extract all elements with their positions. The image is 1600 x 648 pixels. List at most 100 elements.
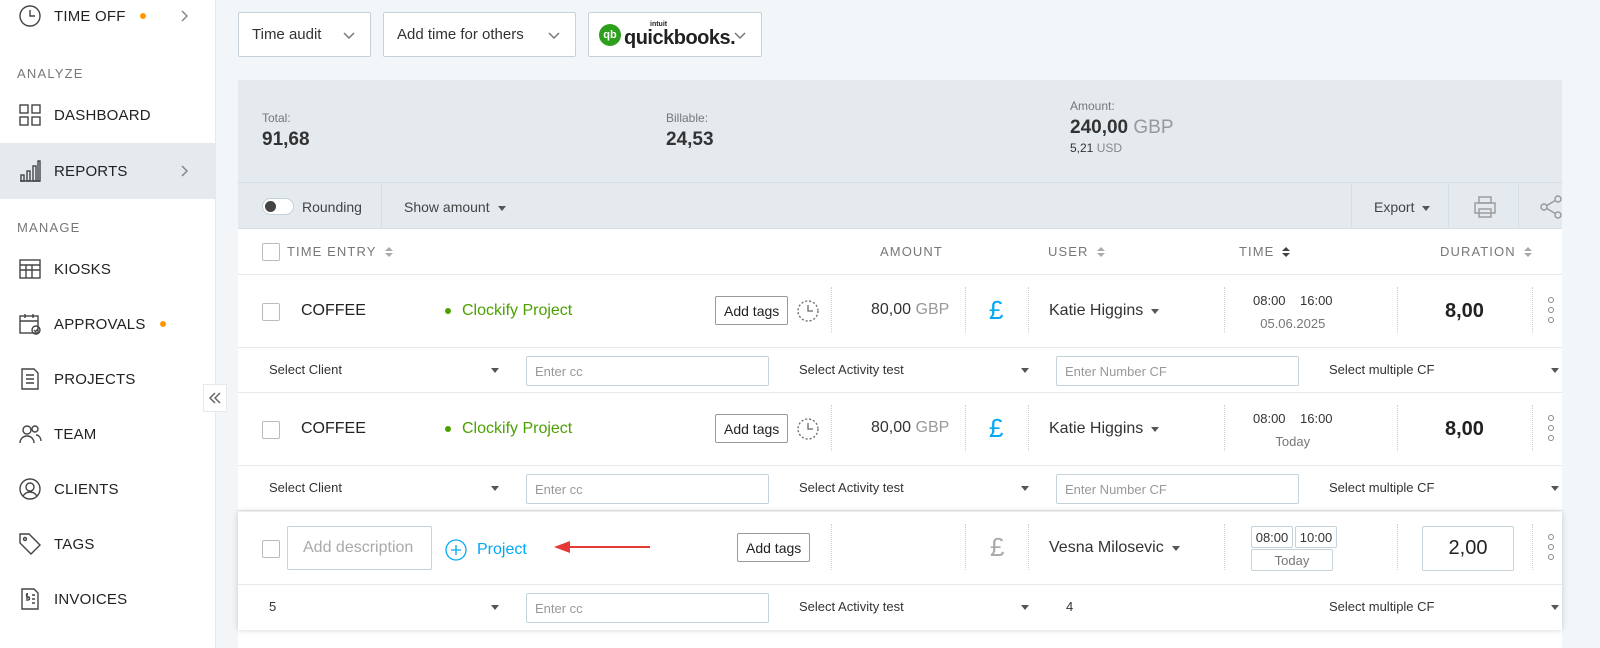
total-summary: Total: 91,68 xyxy=(262,111,310,151)
sidebar-item-clients[interactable]: CLIENTS xyxy=(0,461,215,517)
billable-pound-icon[interactable]: £ xyxy=(989,295,1003,326)
clock-icon[interactable] xyxy=(795,298,821,324)
enter-number-cf-input[interactable]: Enter Number CF xyxy=(1056,356,1299,386)
enter-cc-input[interactable]: Enter cc xyxy=(526,593,769,623)
project-color-dot xyxy=(445,308,451,314)
number-cf-value[interactable]: 4 xyxy=(1066,599,1073,614)
header-time[interactable]: TIME xyxy=(1239,244,1291,259)
add-time-for-others-dropdown[interactable]: Add time for others xyxy=(383,12,576,57)
caret-down-icon xyxy=(1171,545,1180,551)
sidebar: TIME OFF ANALYZE DASHBOARD REPORTS MANAG… xyxy=(0,0,216,648)
print-icon[interactable] xyxy=(1472,194,1498,220)
sidebar-item-reports[interactable]: REPORTS xyxy=(0,143,215,199)
add-project-button[interactable]: Project xyxy=(445,539,527,561)
entry-user-dropdown[interactable]: Vesna Milosevic xyxy=(1049,539,1180,557)
sort-icon xyxy=(384,246,393,257)
rounding-toggle[interactable] xyxy=(262,198,294,215)
enter-number-cf-input[interactable]: Enter Number CF xyxy=(1056,474,1299,504)
enter-cc-input[interactable]: Enter cc xyxy=(526,474,769,504)
date-picker[interactable]: Today xyxy=(1251,549,1333,571)
entry-user-dropdown[interactable]: Katie Higgins xyxy=(1049,420,1160,438)
entry-project[interactable]: Clockify Project xyxy=(445,420,572,438)
chevron-right-icon xyxy=(175,162,193,180)
select-activity-dropdown[interactable]: Select Activity test xyxy=(799,362,1029,377)
select-client-dropdown[interactable]: 5 xyxy=(269,599,499,614)
row-checkbox[interactable] xyxy=(262,540,280,558)
row-checkbox[interactable] xyxy=(262,303,280,321)
entry-duration[interactable]: 8,00 xyxy=(1445,418,1484,441)
add-tags-button[interactable]: Add tags xyxy=(737,533,811,562)
select-client-dropdown[interactable]: Select Client xyxy=(269,480,499,495)
caret-down-icon xyxy=(1551,368,1559,373)
clients-icon xyxy=(18,477,42,501)
table-row: COFFEE Clockify Project Add tags 80,00 G… xyxy=(238,275,1562,347)
clock-icon[interactable] xyxy=(795,416,821,442)
entry-project[interactable]: Clockify Project xyxy=(445,302,572,320)
end-time-input[interactable]: 10:00 xyxy=(1295,526,1337,548)
column-divider xyxy=(1028,405,1029,451)
more-options-icon[interactable] xyxy=(1548,415,1554,441)
select-all-checkbox[interactable] xyxy=(262,243,280,261)
select-client-dropdown[interactable]: Select Client xyxy=(269,362,499,377)
sidebar-item-approvals[interactable]: APPROVALS xyxy=(0,296,215,352)
duration-input[interactable]: 2,00 xyxy=(1422,526,1514,571)
time-audit-dropdown[interactable]: Time audit xyxy=(238,12,371,57)
share-icon[interactable] xyxy=(1538,194,1564,220)
sidebar-item-team[interactable]: TEAM xyxy=(0,406,215,462)
more-options-icon[interactable] xyxy=(1548,297,1554,323)
add-tags-button[interactable]: Add tags xyxy=(715,296,789,325)
collapse-sidebar-button[interactable] xyxy=(203,384,227,412)
entry-user-dropdown[interactable]: Katie Higgins xyxy=(1049,302,1160,320)
select-activity-dropdown[interactable]: Select Activity test xyxy=(799,480,1029,495)
quickbooks-dropdown[interactable]: qb intuit quickbooks. xyxy=(588,12,762,57)
header-time-entry[interactable]: TIME ENTRY xyxy=(287,244,393,259)
export-dropdown[interactable]: Export xyxy=(1374,199,1431,215)
select-multiple-cf-dropdown[interactable]: Select multiple CF xyxy=(1329,362,1559,377)
sidebar-item-label: INVOICES xyxy=(54,590,128,608)
caret-down-icon xyxy=(491,486,499,491)
sidebar-item-label: CLIENTS xyxy=(54,480,119,498)
header-duration[interactable]: DURATION xyxy=(1440,244,1532,259)
billable-pound-icon[interactable]: £ xyxy=(989,413,1003,444)
start-time-input[interactable]: 08:00 xyxy=(1251,526,1293,548)
column-divider xyxy=(1532,287,1533,333)
column-divider xyxy=(965,524,966,570)
caret-down-icon xyxy=(497,205,506,211)
caret-down-icon xyxy=(1021,368,1029,373)
section-analyze: ANALYZE xyxy=(17,66,84,81)
time-entries-table: TIME ENTRY AMOUNT USER TIME DURATION COF… xyxy=(238,229,1562,648)
sidebar-item-kiosks[interactable]: KIOSKS xyxy=(0,241,215,297)
add-tags-button[interactable]: Add tags xyxy=(715,414,789,443)
select-multiple-cf-dropdown[interactable]: Select multiple CF xyxy=(1329,599,1559,614)
sort-icon xyxy=(1523,246,1532,257)
billable-pound-icon[interactable]: £ xyxy=(990,532,1004,563)
sidebar-item-label: DASHBOARD xyxy=(54,106,151,124)
sidebar-item-projects[interactable]: PROJECTS xyxy=(0,351,215,407)
sidebar-item-time-off[interactable]: TIME OFF xyxy=(0,0,215,44)
approvals-icon xyxy=(18,312,42,336)
caret-down-icon xyxy=(1151,426,1160,432)
entry-duration[interactable]: 8,00 xyxy=(1445,300,1484,323)
add-description-input[interactable]: Add description xyxy=(287,526,432,570)
enter-cc-input[interactable]: Enter cc xyxy=(526,356,769,386)
entry-time-range[interactable]: 08:00 16:00 05.06.2025 xyxy=(1253,293,1333,331)
amount-label: Amount: xyxy=(1070,99,1115,113)
select-multiple-cf-dropdown[interactable]: Select multiple CF xyxy=(1329,480,1559,495)
sidebar-item-tags[interactable]: TAGS xyxy=(0,516,215,572)
summary-panel: Total: 91,68 Billable: 24,53 Amount: 240… xyxy=(238,80,1562,182)
toolbar-divider xyxy=(1518,183,1519,229)
more-options-icon[interactable] xyxy=(1548,534,1554,560)
sidebar-item-invoices[interactable]: INVOICES xyxy=(0,571,215,627)
report-toolbar: Rounding Show amount Export xyxy=(238,182,1562,229)
show-amount-dropdown[interactable]: Show amount xyxy=(404,199,506,215)
entry-time-range[interactable]: 08:00 16:00 Today xyxy=(1253,411,1333,449)
chevron-down-icon xyxy=(733,28,747,42)
toolbar-divider xyxy=(1351,183,1352,229)
header-user[interactable]: USER xyxy=(1048,244,1105,259)
entry-description[interactable]: COFFEE xyxy=(301,302,366,320)
new-entry-row: Add description Project Add tags £ Vesna… xyxy=(238,512,1562,630)
select-activity-dropdown[interactable]: Select Activity test xyxy=(799,599,1029,614)
sidebar-item-dashboard[interactable]: DASHBOARD xyxy=(0,87,215,143)
row-checkbox[interactable] xyxy=(262,421,280,439)
entry-description[interactable]: COFFEE xyxy=(301,420,366,438)
